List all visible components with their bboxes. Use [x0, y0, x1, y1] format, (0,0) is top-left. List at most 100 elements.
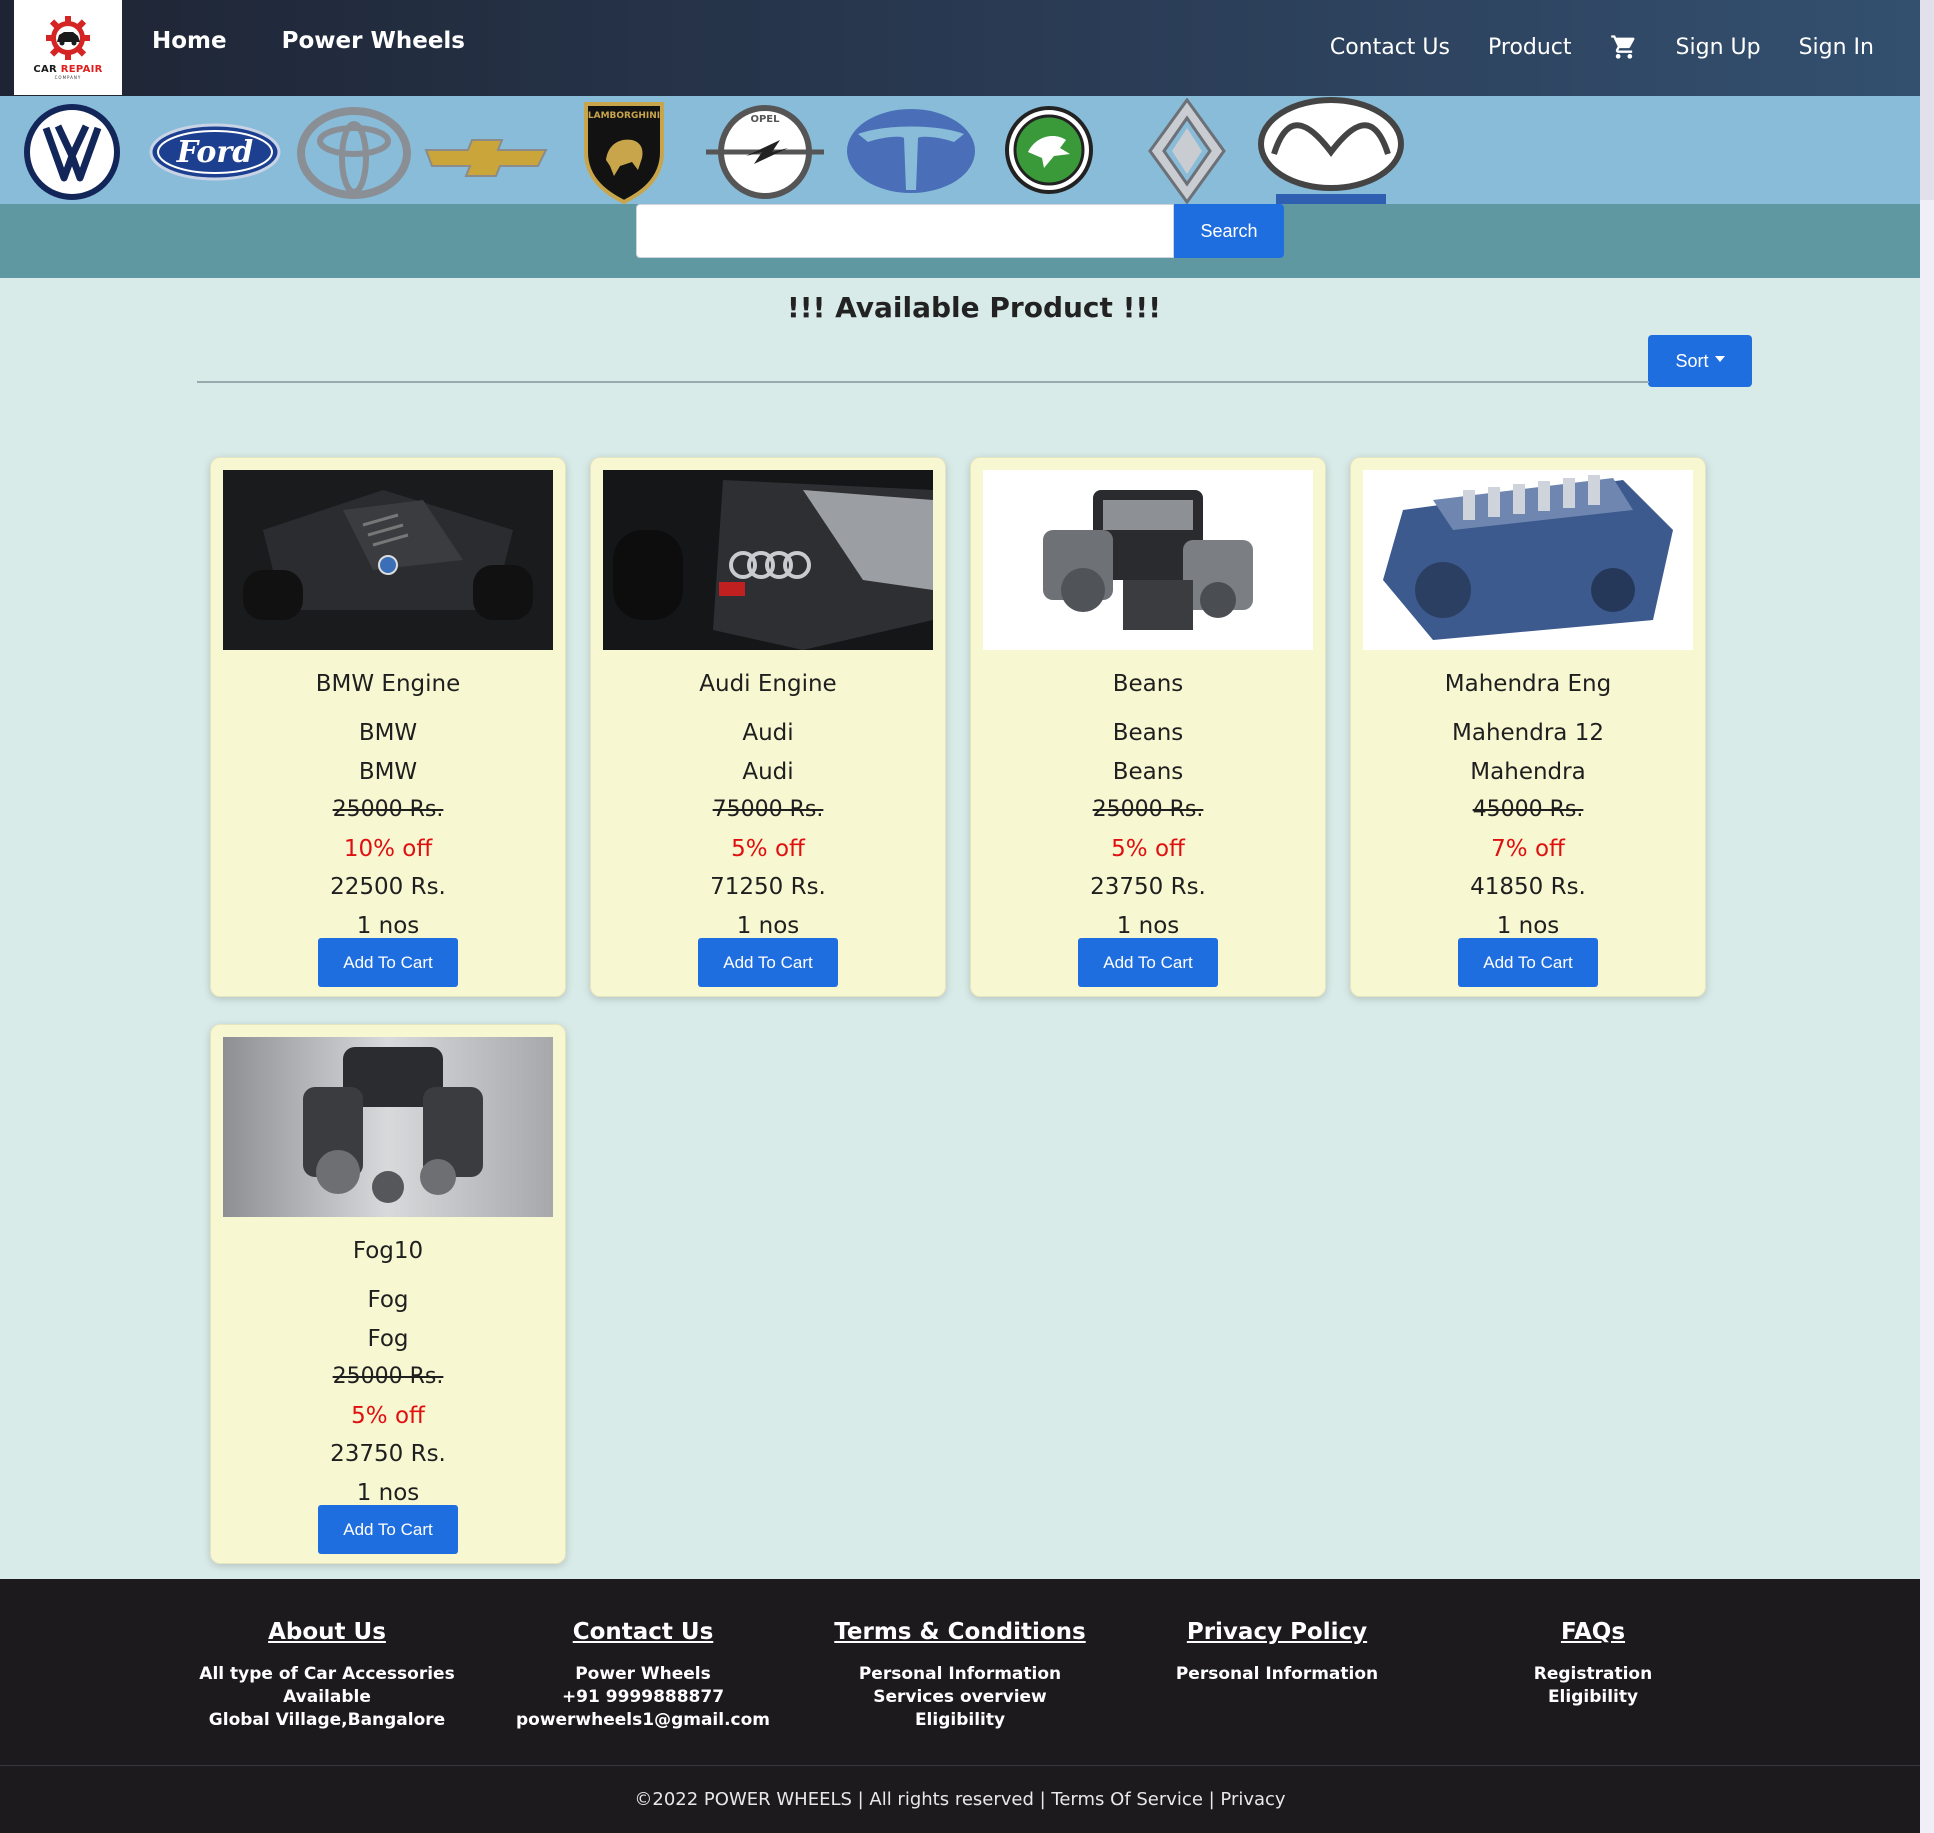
footer-privacy-column: Privacy Policy Personal Information	[1127, 1619, 1427, 1686]
original-price: 75000 Rs.	[712, 797, 824, 822]
product-name: Beans	[1112, 671, 1184, 697]
footer-text: Power Wheels	[575, 1664, 711, 1684]
scrollbar-thumb[interactable]	[1920, 0, 1934, 200]
search-bar: Search	[0, 204, 1920, 278]
product-card: Mahendra Eng Mahendra 12 Mahendra 45000 …	[1350, 457, 1706, 997]
opel-logo-icon[interactable]: OPEL	[700, 104, 830, 200]
nav-product-link[interactable]: Product	[1488, 35, 1572, 60]
footer-privacy-title[interactable]: Privacy Policy	[1127, 1619, 1427, 1645]
search-button[interactable]: Search	[1174, 204, 1284, 258]
scrollbar-track[interactable]	[1920, 0, 1934, 1833]
footer-contact-column: Contact Us Power Wheels +91 9999888877 p…	[493, 1619, 793, 1732]
product-model: Audi	[742, 720, 794, 746]
add-to-cart-button[interactable]: Add To Cart	[1078, 938, 1218, 987]
footer-text: All type of Car Accessories	[199, 1664, 455, 1684]
product-brand: BMW	[358, 758, 418, 785]
product-image-audi-engine[interactable]	[603, 470, 933, 650]
car-repair-logo[interactable]: CAR REPAIR COMPANY	[14, 0, 122, 95]
footer-terms-title[interactable]: Terms & Conditions	[810, 1619, 1110, 1645]
footer-about-column: About Us All type of Car Accessories Ava…	[177, 1619, 477, 1732]
product-card: BMW Engine BMW BMW 25000 Rs. 10% off 225…	[210, 457, 566, 997]
nav-contact-link[interactable]: Contact Us	[1330, 35, 1450, 60]
skoda-logo-icon[interactable]	[1004, 102, 1094, 198]
logo-subtext: COMPANY	[54, 74, 82, 80]
footer-terms-column: Terms & Conditions Personal Information …	[810, 1619, 1110, 1732]
product-card: Fog10 Fog Fog 25000 Rs. 5% off 23750 Rs.…	[210, 1024, 566, 1564]
sort-label: Sort	[1675, 350, 1709, 371]
opel-logo-text: OPEL	[750, 114, 780, 125]
footer-text: Services overview	[873, 1687, 1047, 1707]
product-model: BMW	[358, 720, 418, 746]
footer-contact-title[interactable]: Contact Us	[493, 1619, 793, 1645]
final-price: 41850 Rs.	[1470, 874, 1586, 900]
footer-faqs-column: FAQs Registration Eligibility	[1443, 1619, 1743, 1709]
footer-text: +91 9999888877	[561, 1687, 725, 1707]
sort-dropdown-button[interactable]: Sort	[1648, 335, 1752, 387]
footer: About Us All type of Car Accessories Ava…	[0, 1579, 1920, 1833]
toyota-logo-icon[interactable]	[296, 106, 412, 200]
add-to-cart-button[interactable]: Add To Cart	[318, 1505, 458, 1554]
product-brand: Fog	[367, 1325, 409, 1352]
lamborghini-logo-text: LAMBORGHINI	[588, 111, 660, 121]
nav-home-link[interactable]: Home	[152, 28, 227, 54]
footer-faqs-title[interactable]: FAQs	[1443, 1619, 1743, 1645]
add-to-cart-button[interactable]: Add To Cart	[1458, 938, 1598, 987]
footer-text: Registration	[1533, 1664, 1653, 1684]
discount-label: 5% off	[731, 835, 805, 862]
page-title: !!! Available Product !!!	[787, 291, 1161, 324]
discount-label: 7% off	[1491, 835, 1565, 862]
ford-logo-icon[interactable]: Ford	[148, 122, 282, 182]
footer-about-title[interactable]: About Us	[177, 1619, 477, 1645]
product-model: Fog	[367, 1287, 409, 1313]
product-brand: Mahendra	[1470, 758, 1586, 785]
ford-logo-text: Ford	[176, 135, 253, 170]
gear-car-logo-icon	[46, 15, 90, 60]
footer-text: powerwheels1@gmail.com	[515, 1710, 771, 1730]
final-price: 23750 Rs.	[1090, 874, 1206, 900]
product-image-beans[interactable]	[983, 470, 1313, 650]
mazda-logo-icon[interactable]	[1256, 96, 1406, 204]
chevrolet-logo-icon[interactable]	[424, 138, 548, 178]
footer-text: Eligibility	[914, 1710, 1006, 1730]
renault-logo-icon[interactable]	[1146, 98, 1228, 204]
logo-text: CAR REPAIR	[33, 63, 103, 75]
add-to-cart-button[interactable]: Add To Cart	[318, 938, 458, 987]
nav-signin-link[interactable]: Sign In	[1799, 35, 1874, 60]
navbar: CAR REPAIR COMPANY Home Power Wheels Con…	[0, 0, 1920, 96]
footer-text: Global Village,Bangalore	[208, 1710, 446, 1730]
product-name: Audi Engine	[699, 671, 837, 697]
cart-icon[interactable]	[1610, 33, 1638, 61]
product-name: Mahendra Eng	[1444, 671, 1612, 697]
discount-label: 5% off	[1111, 835, 1185, 862]
final-price: 23750 Rs.	[330, 1441, 446, 1467]
footer-text: Personal Information	[1175, 1664, 1379, 1684]
search-input[interactable]	[636, 204, 1174, 258]
footer-text: Eligibility	[1547, 1687, 1639, 1707]
nav-power-wheels-link[interactable]: Power Wheels	[282, 28, 465, 54]
lamborghini-logo-icon[interactable]: LAMBORGHINI	[580, 100, 668, 204]
product-name: BMW Engine	[315, 671, 461, 697]
product-brand: Audi	[742, 758, 794, 785]
caret-down-icon	[1714, 356, 1725, 362]
nav-signup-link[interactable]: Sign Up	[1676, 35, 1761, 60]
original-price: 25000 Rs.	[1092, 797, 1204, 822]
product-image-fog10[interactable]	[223, 1037, 553, 1217]
product-card: Beans Beans Beans 25000 Rs. 5% off 23750…	[970, 457, 1326, 997]
footer-text: Personal Information	[858, 1664, 1062, 1684]
final-price: 22500 Rs.	[330, 874, 446, 900]
final-price: 71250 Rs.	[710, 874, 826, 900]
discount-label: 5% off	[351, 1402, 425, 1429]
product-card: Audi Engine Audi Audi 75000 Rs. 5% off 7…	[590, 457, 946, 997]
product-image-mahendra-eng[interactable]	[1363, 470, 1693, 650]
product-name: Fog10	[352, 1238, 424, 1264]
original-price: 45000 Rs.	[1472, 797, 1584, 822]
copyright-text: ©2022 POWER WHEELS | All rights reserved…	[634, 1789, 1286, 1810]
divider	[197, 381, 1649, 383]
tata-logo-icon[interactable]	[844, 106, 978, 196]
add-to-cart-button[interactable]: Add To Cart	[698, 938, 838, 987]
volkswagen-logo-icon[interactable]	[22, 100, 122, 204]
product-image-bmw-engine[interactable]	[223, 470, 553, 650]
original-price: 25000 Rs.	[332, 1364, 444, 1389]
brand-logo-strip: Ford LAMBORGHINI OPEL	[0, 96, 1920, 204]
footer-text: Available	[283, 1687, 371, 1707]
